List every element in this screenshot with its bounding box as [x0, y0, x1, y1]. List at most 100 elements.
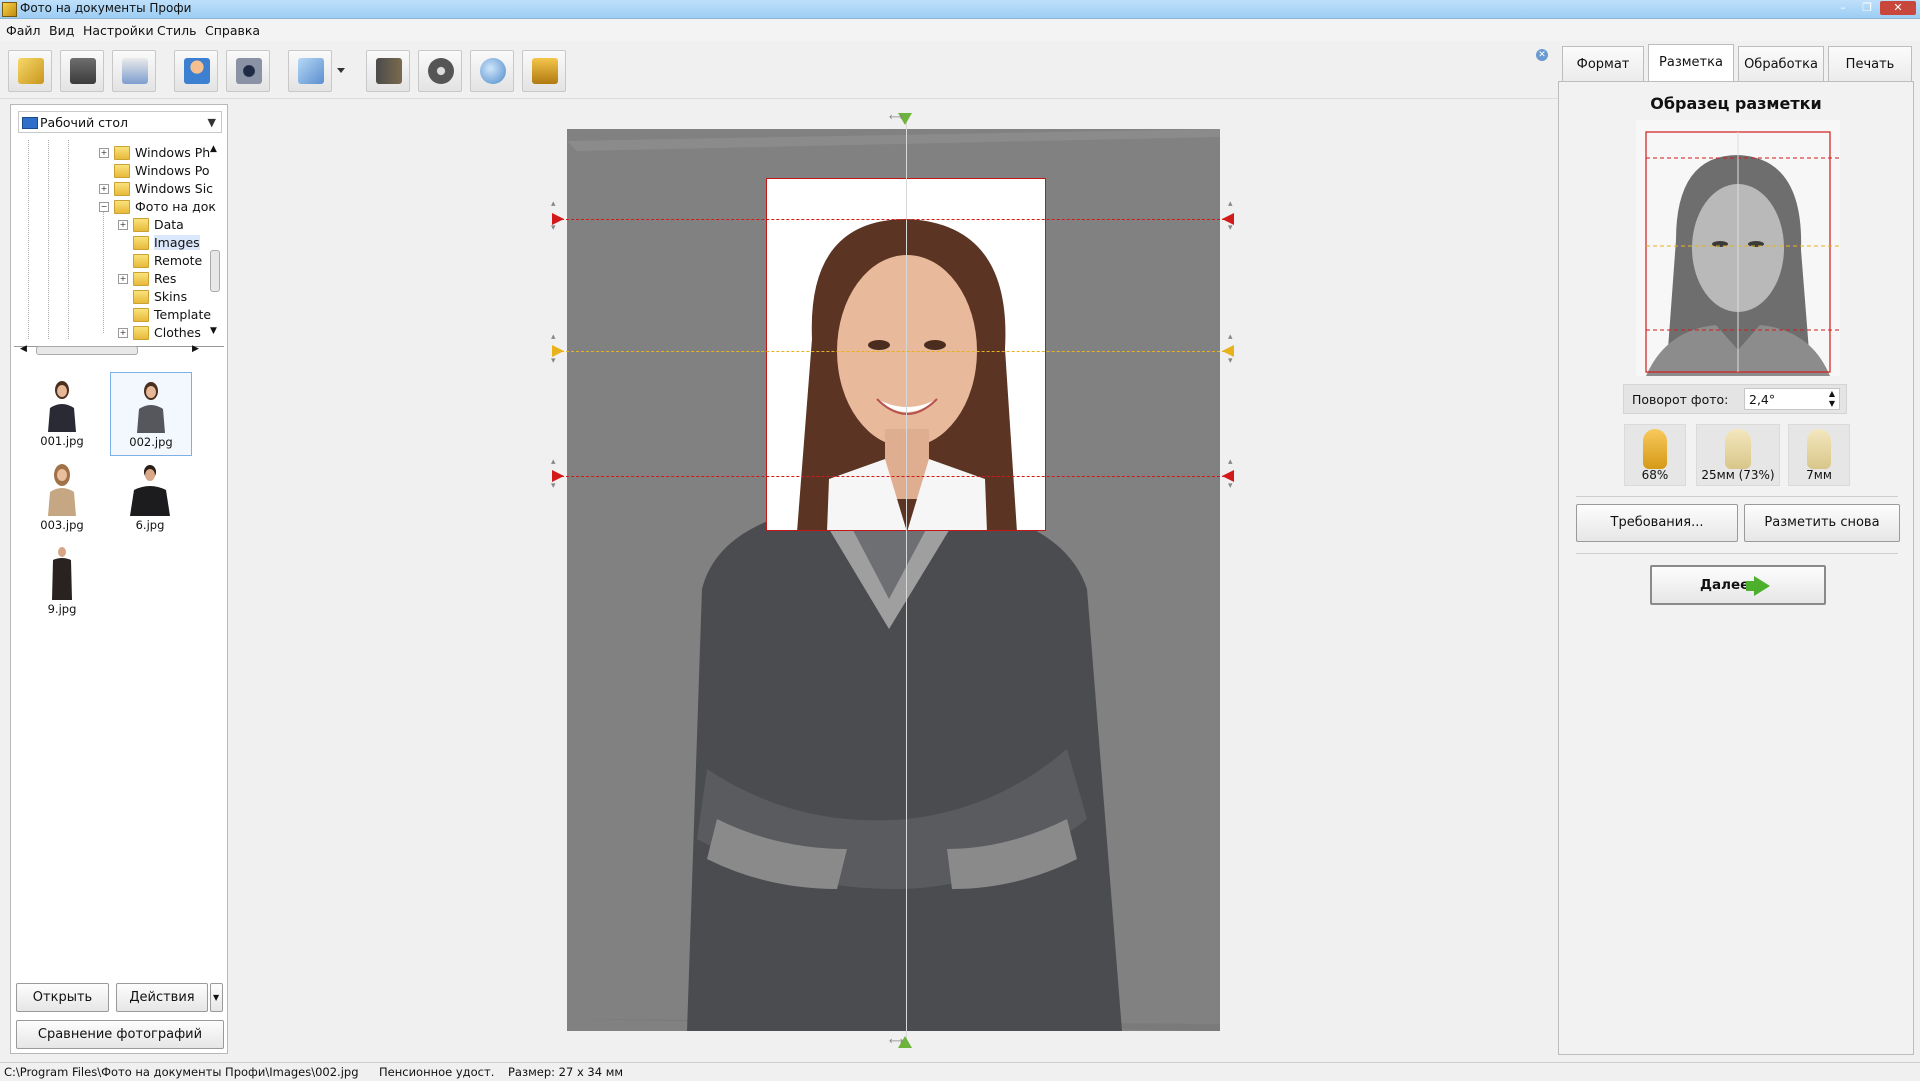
tree-item[interactable]: Skins	[14, 288, 214, 306]
tree-item[interactable]: + Windows Sic	[14, 180, 214, 198]
collapse-icon[interactable]: −	[99, 202, 109, 212]
tree-item[interactable]: + Res	[14, 270, 214, 288]
thumbnail-grid: 001.jpg 002.jpg 003.jpg 6.jpg 9.jpg	[14, 368, 224, 976]
expand-icon[interactable]: +	[118, 274, 128, 284]
image-editor-dropdown[interactable]	[334, 50, 348, 92]
thumbnail-item[interactable]: 003.jpg	[22, 456, 102, 538]
tab-processing[interactable]: Обработка	[1738, 46, 1824, 82]
divider	[1576, 496, 1898, 497]
menu-settings[interactable]: Настройки	[83, 23, 154, 38]
minimize-button[interactable]: –	[1832, 1, 1854, 15]
expand-icon[interactable]: +	[99, 148, 109, 158]
top-margin-tile[interactable]: 7мм	[1788, 424, 1850, 486]
face-height-tile[interactable]: 25мм (73%)	[1696, 424, 1780, 486]
move-vertical-icon[interactable]: ▴ ▾	[551, 458, 556, 491]
requirements-button[interactable]: Требования...	[1576, 504, 1738, 542]
next-button[interactable]: Далее	[1650, 565, 1826, 605]
move-horizontal-icon[interactable]: ⟷	[889, 112, 903, 123]
move-vertical-icon[interactable]: ▴ ▾	[1228, 200, 1233, 233]
close-button[interactable]: ✕	[1880, 1, 1916, 15]
menu-file[interactable]: Файл	[6, 23, 41, 38]
scroll-down-icon[interactable]: ▼	[210, 326, 217, 336]
folder-icon	[114, 200, 130, 214]
scroll-thumb[interactable]	[36, 346, 138, 355]
tree-item[interactable]: + Clothes	[14, 324, 214, 342]
open-folder-button[interactable]	[8, 50, 52, 92]
thumbnail-item[interactable]: 6.jpg	[110, 456, 190, 538]
scroll-thumb[interactable]	[210, 250, 220, 292]
remark-again-button[interactable]: Разметить снова	[1744, 504, 1900, 542]
save-button[interactable]	[60, 50, 104, 92]
web-button[interactable]	[470, 50, 514, 92]
move-vertical-icon[interactable]: ▴ ▾	[1228, 333, 1233, 366]
face-height-value: 25мм (73%)	[1701, 468, 1775, 482]
person-button[interactable]	[174, 50, 218, 92]
close-panel-icon[interactable]: ✕	[1536, 49, 1548, 61]
location-dropdown[interactable]: Рабочий стол ▼	[18, 111, 222, 133]
tree-item-selected[interactable]: Images	[14, 234, 214, 252]
person-icon	[184, 58, 210, 84]
tree-item[interactable]: Template	[14, 306, 214, 324]
chevron-down-icon: ▼	[213, 993, 220, 1002]
tree-item-label: Skins	[154, 289, 188, 304]
arrow-right-icon	[1754, 576, 1770, 596]
camera-button[interactable]	[226, 50, 270, 92]
actions-dropdown[interactable]: ▼	[210, 983, 223, 1012]
tree-item-label: Images	[154, 235, 200, 250]
tree-item-label: Template	[154, 307, 212, 322]
expand-icon[interactable]: +	[118, 220, 128, 230]
thumbnail-item[interactable]: 001.jpg	[22, 372, 102, 454]
expand-icon[interactable]: +	[99, 184, 109, 194]
image-editor-button[interactable]	[288, 50, 332, 92]
move-vertical-icon[interactable]: ▴ ▾	[1228, 458, 1233, 491]
tree-item-label: Remote	[154, 253, 203, 268]
tab-format[interactable]: Формат	[1562, 46, 1644, 82]
actions-button[interactable]: Действия	[116, 983, 208, 1012]
menu-help[interactable]: Справка	[205, 23, 260, 38]
tab-markup[interactable]: Разметка	[1648, 44, 1734, 82]
globe-icon	[480, 58, 506, 84]
folder-icon	[133, 290, 149, 304]
photo-thumbnail	[130, 465, 170, 516]
top-of-head-guide[interactable]	[556, 219, 1230, 220]
move-vertical-icon[interactable]: ▴ ▾	[551, 333, 556, 366]
tree-vertical-scrollbar[interactable]: ▲ ▼	[208, 144, 220, 338]
eye-line-guide[interactable]	[556, 351, 1230, 352]
move-vertical-icon[interactable]: ▴ ▾	[551, 200, 556, 233]
video-button[interactable]	[418, 50, 462, 92]
thumbnail-item-selected[interactable]: 002.jpg	[110, 372, 192, 456]
photo-thumbnail	[48, 464, 76, 516]
rotate-photo-row: Поворот фото: 2,4° ▲ ▼	[1623, 384, 1847, 414]
head-size-tile[interactable]: 68%	[1624, 424, 1686, 486]
scroll-right-icon[interactable]: ▶	[192, 344, 199, 354]
tree-item[interactable]: + Windows Ph	[14, 144, 214, 162]
spin-arrows-icon[interactable]: ▲ ▼	[1829, 389, 1835, 409]
cart-icon	[532, 58, 558, 84]
compare-photos-button[interactable]: Сравнение фотографий	[16, 1020, 224, 1049]
scroll-up-icon[interactable]: ▲	[210, 144, 217, 154]
tree-item[interactable]: Windows Po	[14, 162, 214, 180]
expand-icon[interactable]: +	[118, 328, 128, 338]
chevron-down-icon: ▼	[207, 116, 216, 129]
chin-guide[interactable]	[556, 476, 1230, 477]
menu-style[interactable]: Стиль	[157, 23, 197, 38]
tab-print[interactable]: Печать	[1828, 46, 1912, 82]
tree-item-label: Res	[154, 271, 177, 286]
tree-item[interactable]: Remote	[14, 252, 214, 270]
tree-item[interactable]: + Data	[14, 216, 214, 234]
scroll-left-icon[interactable]: ◀	[20, 344, 27, 354]
rotate-spinbox[interactable]: 2,4° ▲ ▼	[1744, 388, 1840, 410]
menu-view[interactable]: Вид	[49, 23, 74, 38]
tree-item[interactable]: − Фото на док	[14, 198, 216, 216]
shop-button[interactable]	[522, 50, 566, 92]
thumbnail-item[interactable]: 9.jpg	[22, 540, 102, 622]
print-button[interactable]	[112, 50, 156, 92]
tree-horizontal-scrollbar[interactable]: ◀ ▶	[20, 344, 206, 356]
maximize-button[interactable]: ❐	[1856, 1, 1878, 15]
print-icon	[122, 58, 148, 84]
divider	[1576, 553, 1898, 554]
move-horizontal-icon[interactable]: ⟷	[889, 1036, 903, 1047]
help-book-button[interactable]	[366, 50, 410, 92]
folder-icon	[133, 254, 149, 268]
open-button[interactable]: Открыть	[16, 983, 109, 1012]
